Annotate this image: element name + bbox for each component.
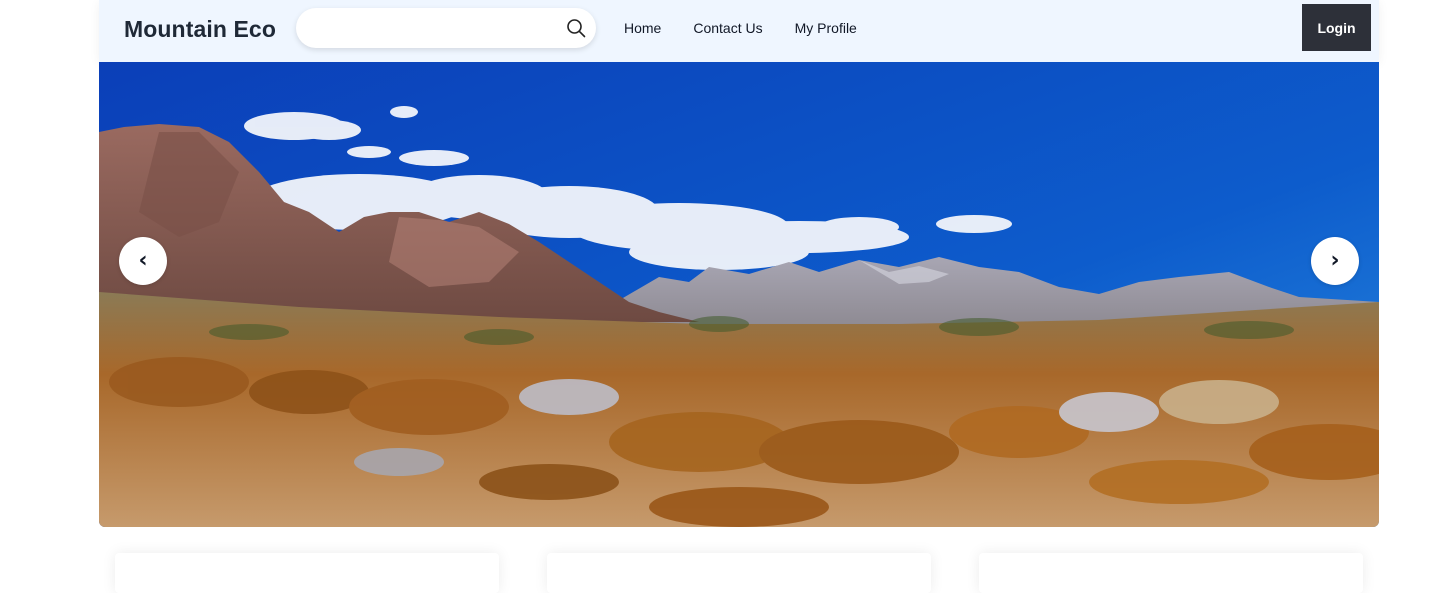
search-icon[interactable] [566, 18, 586, 38]
brand-logo[interactable]: Mountain Eco [124, 16, 276, 43]
card [979, 553, 1363, 593]
card [115, 553, 499, 593]
hero-carousel: ‹ › [99, 62, 1379, 527]
card-row [115, 553, 1363, 593]
nav-home-link[interactable]: Home [624, 20, 661, 36]
carousel-next-button[interactable]: › [1311, 237, 1359, 285]
nav-contact-link[interactable]: Contact Us [693, 20, 762, 36]
main-nav: Home Contact Us My Profile [624, 0, 857, 56]
search-box [296, 8, 596, 48]
card [547, 553, 931, 593]
login-button[interactable]: Login [1302, 4, 1371, 51]
carousel-prev-button[interactable]: ‹ [119, 237, 167, 285]
search-input[interactable] [312, 16, 552, 40]
nav-profile-link[interactable]: My Profile [795, 20, 857, 36]
site-header: Mountain Eco Home Contact Us My Profile … [99, 0, 1379, 62]
carousel-image [99, 62, 1379, 527]
